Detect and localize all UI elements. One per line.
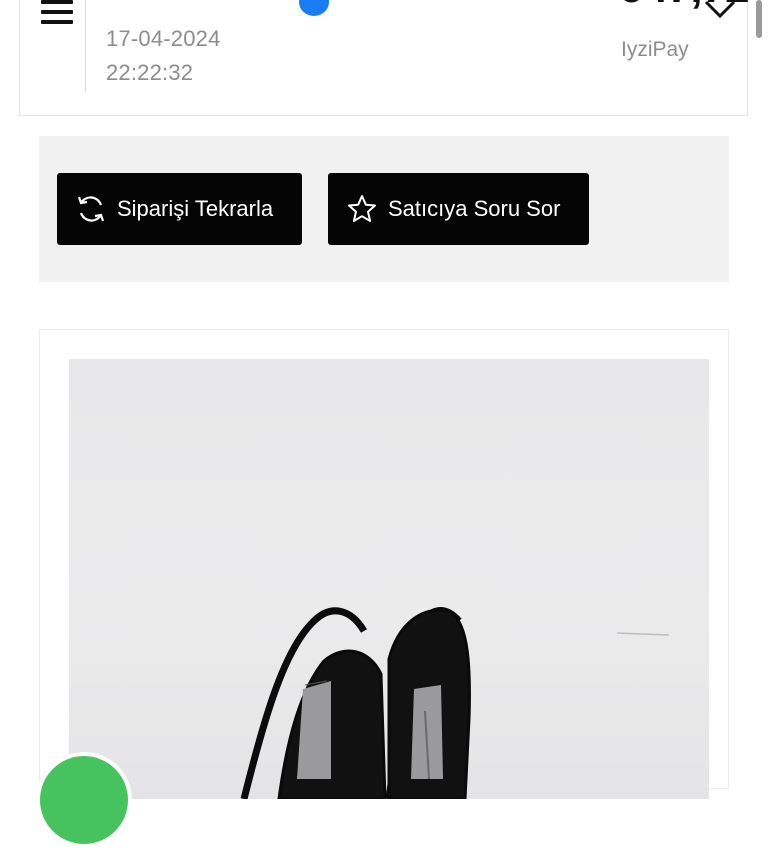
order-summary-card: 17-04-2024 22:22:32 947,72 IyziPay <box>19 0 750 116</box>
ask-seller-button[interactable]: Satıcıya Soru Sor <box>328 173 589 245</box>
shoe-illustration <box>240 607 670 799</box>
payment-method: IyziPay <box>621 38 689 61</box>
product-image[interactable] <box>69 359 709 799</box>
order-actions-panel: Siparişi Tekrarla Satıcıya Soru Sor <box>39 136 729 282</box>
product-card <box>39 329 729 799</box>
chevron-down-icon[interactable] <box>703 0 737 22</box>
order-time: 22:22:32 <box>106 60 194 85</box>
status-dot <box>299 0 329 16</box>
order-date: 17-04-2024 <box>106 26 221 51</box>
hamburger-menu-icon[interactable] <box>41 0 75 30</box>
reorder-button[interactable]: Siparişi Tekrarla <box>57 173 302 245</box>
scrollbar[interactable] <box>756 0 762 38</box>
refresh-icon <box>75 193 107 225</box>
whatsapp-button[interactable] <box>36 752 132 848</box>
ask-seller-button-label: Satıcıya Soru Sor <box>388 196 561 221</box>
vertical-divider <box>85 0 86 92</box>
reorder-button-label: Siparişi Tekrarla <box>117 196 274 221</box>
star-icon <box>346 193 378 225</box>
